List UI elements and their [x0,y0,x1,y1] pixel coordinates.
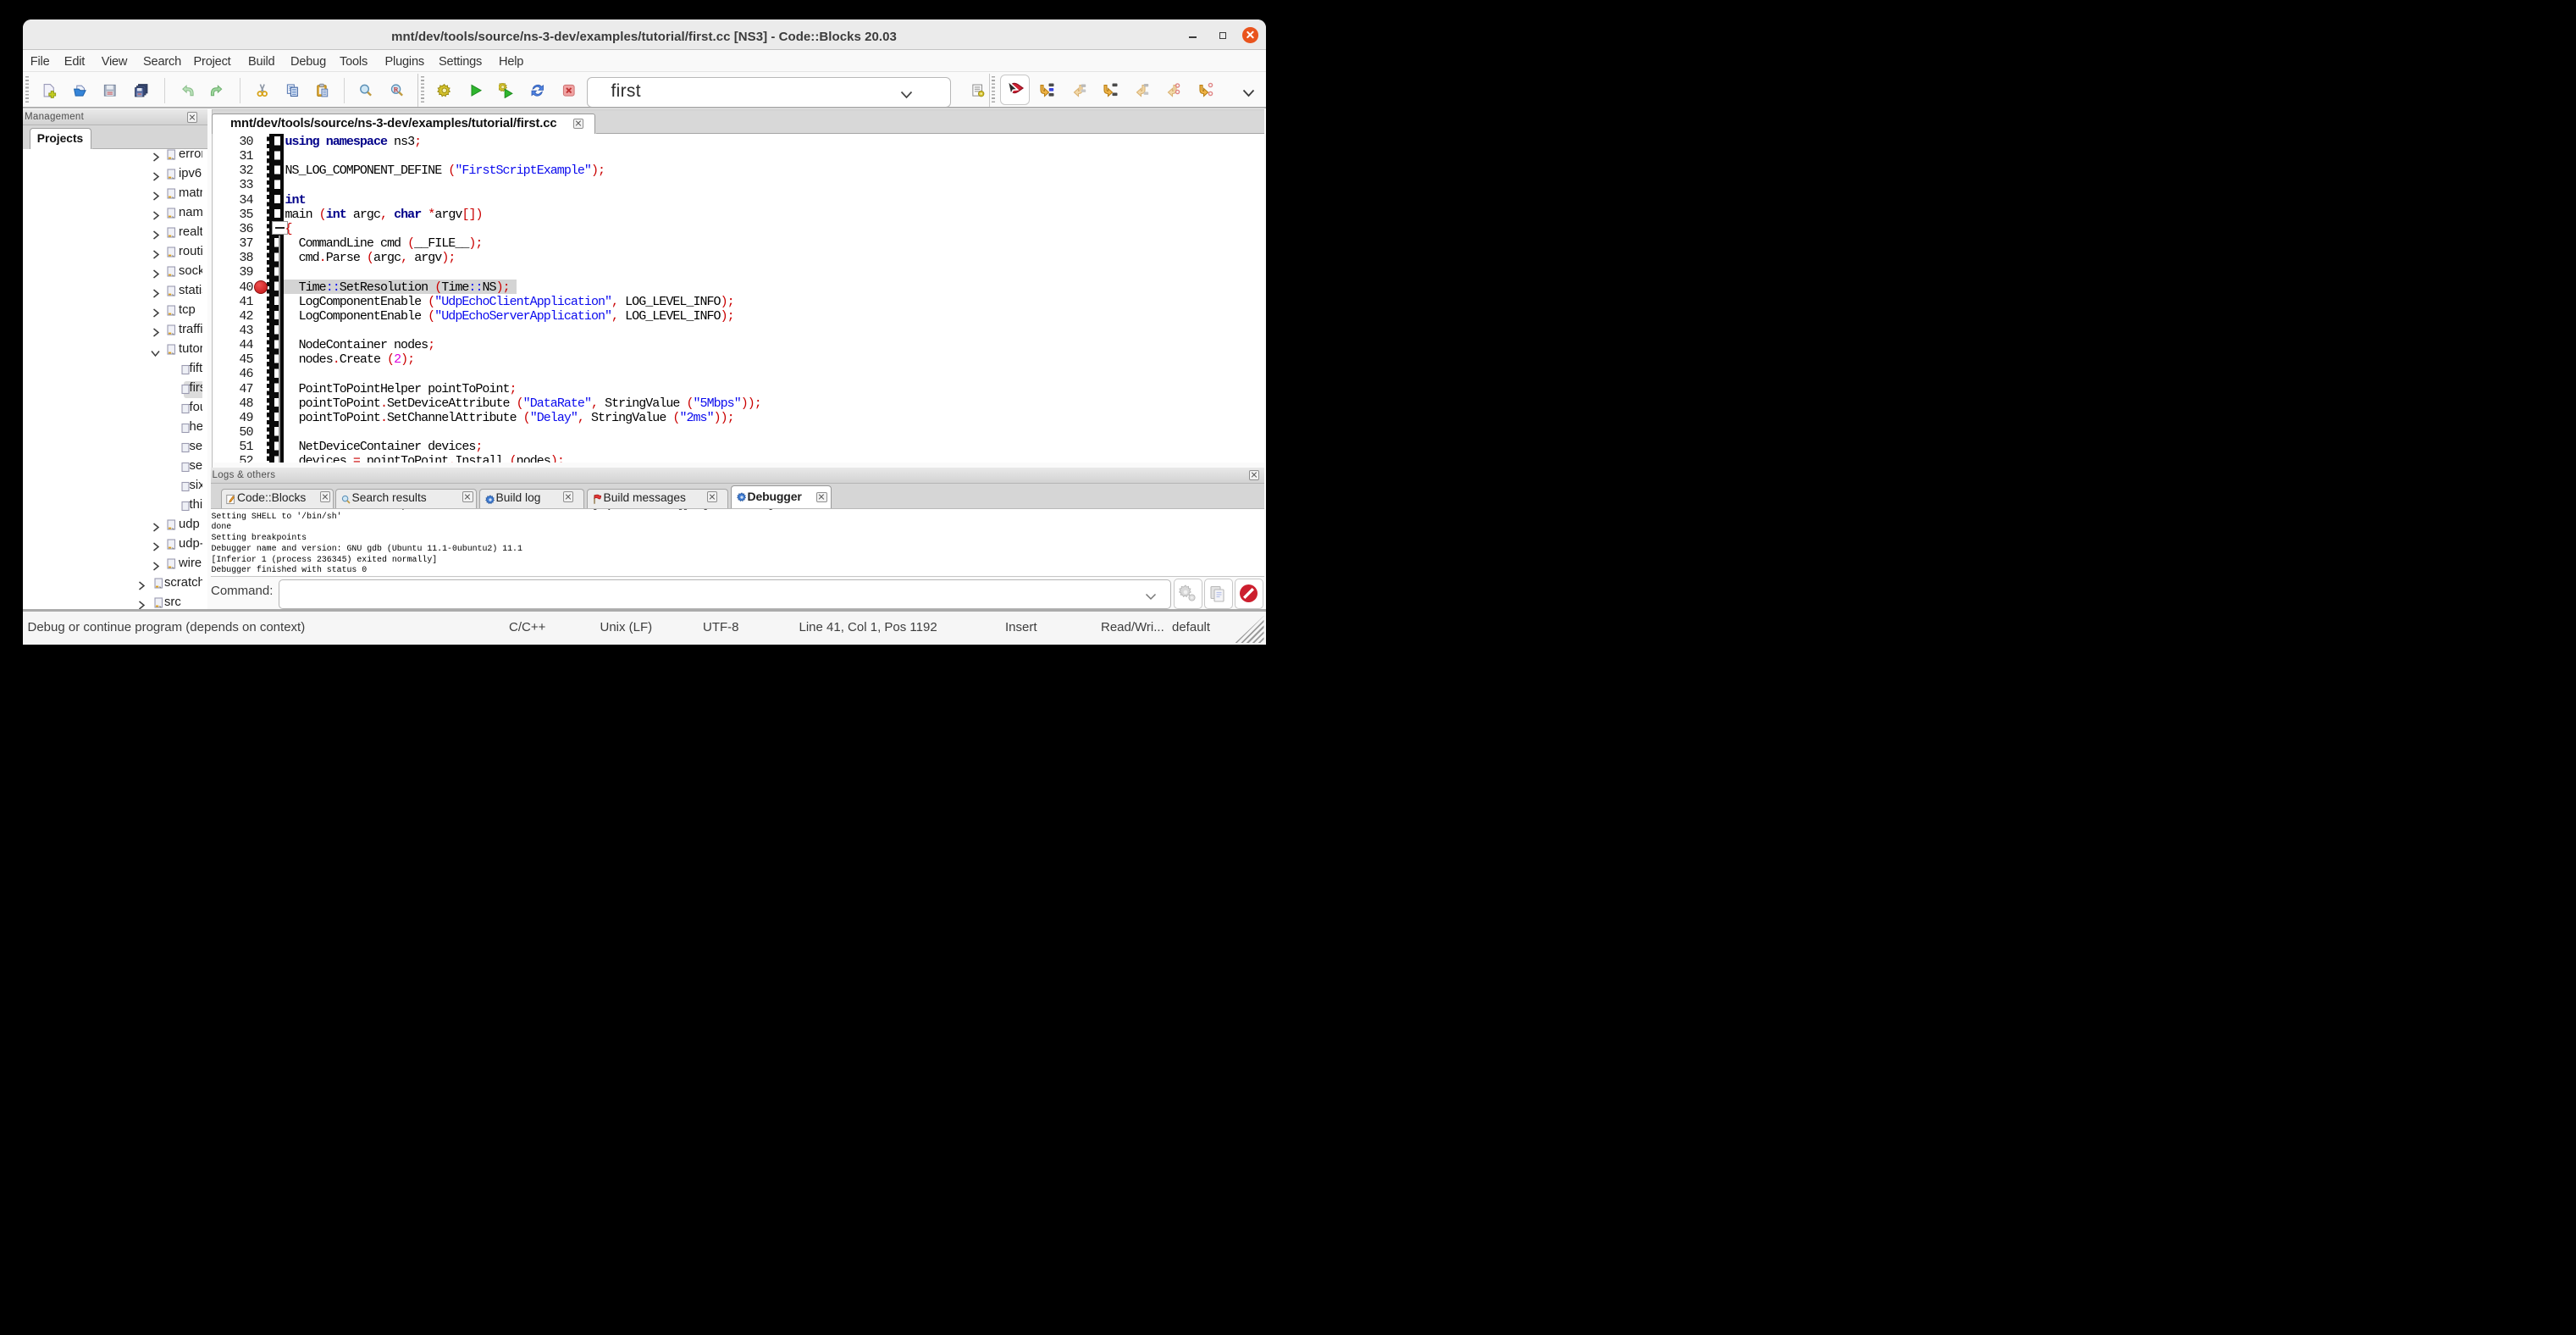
svg-text:R: R [394,86,399,93]
